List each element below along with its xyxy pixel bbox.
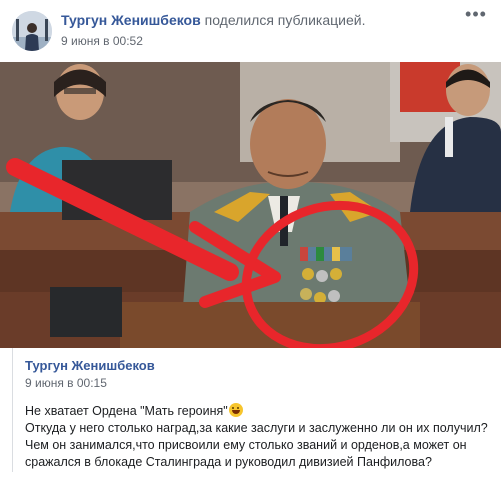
post-header: Тургун Женишбеков поделился публикацией.…: [0, 0, 501, 62]
shared-text-line: сражался в блокаде Сталинграда и руковод…: [25, 455, 432, 469]
post-timestamp[interactable]: 9 июня в 00:52: [61, 34, 143, 48]
share-action-text: поделился публикацией.: [204, 12, 366, 28]
shared-author-name-link[interactable]: Тургун Женишбеков: [25, 358, 155, 373]
author-name-link[interactable]: Тургун Женишбеков: [61, 12, 201, 28]
shared-post-timestamp[interactable]: 9 июня в 00:15: [25, 376, 107, 390]
shared-post-text: Не хватает Ордена "Мать героиня" Откуда …: [25, 403, 500, 471]
more-dots-icon[interactable]: •••: [465, 5, 487, 24]
shared-post: Тургун Женишбеков 9 июня в 00:15 Не хват…: [12, 348, 501, 472]
feed-post: Тургун Женишбеков поделился публикацией.…: [0, 0, 501, 478]
post-photo[interactable]: [0, 62, 501, 348]
shared-text-line: Откуда у него столько наград,за какие за…: [25, 421, 488, 435]
shared-text-line: Чем он занимался,что присвоили ему столь…: [25, 438, 467, 452]
author-line: Тургун Женишбеков поделился публикацией.: [61, 12, 365, 28]
grinning-face-emoji-icon: [228, 403, 243, 417]
author-avatar[interactable]: [12, 11, 52, 51]
shared-text-line: Не хватает Ордена "Мать героиня": [25, 403, 500, 420]
